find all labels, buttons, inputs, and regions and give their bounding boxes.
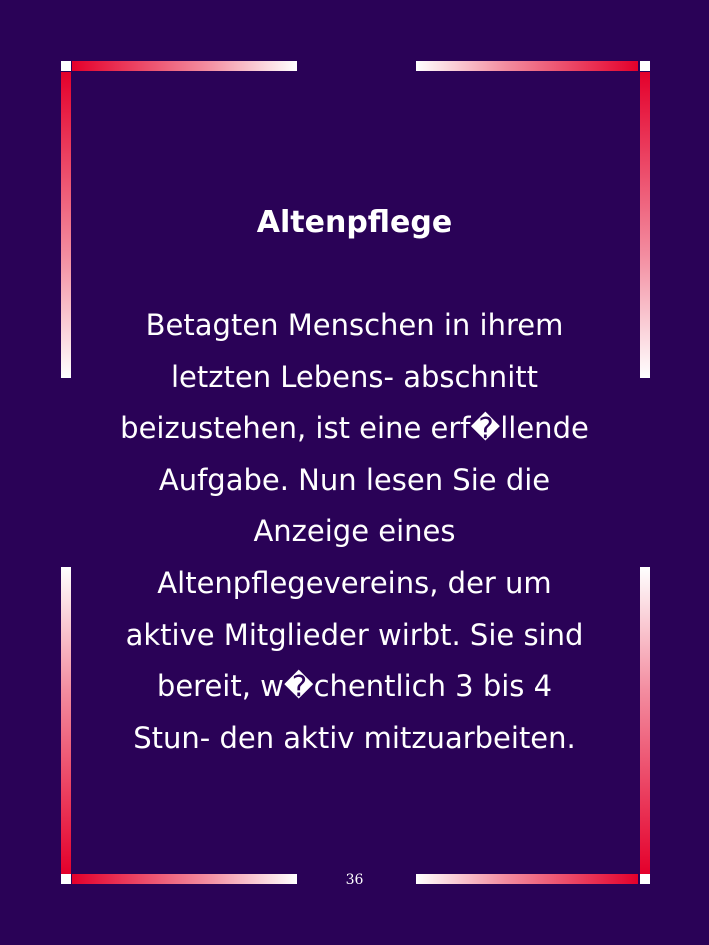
frame-corner-top-left bbox=[61, 61, 71, 71]
frame-right-lower-bar bbox=[640, 567, 650, 874]
page-title: Altenpflege bbox=[256, 205, 453, 240]
page: Altenpflege Betagten Menschen in ihrem l… bbox=[0, 0, 709, 945]
frame-left-lower-bar bbox=[61, 567, 71, 874]
frame-corner-top-right bbox=[640, 61, 650, 71]
page-number: 36 bbox=[345, 872, 364, 888]
frame-top-right-bar bbox=[416, 61, 638, 71]
frame-top-left-bar bbox=[72, 61, 297, 71]
body-paragraph: Betagten Menschen in ihrem letzten Leben… bbox=[120, 308, 589, 755]
